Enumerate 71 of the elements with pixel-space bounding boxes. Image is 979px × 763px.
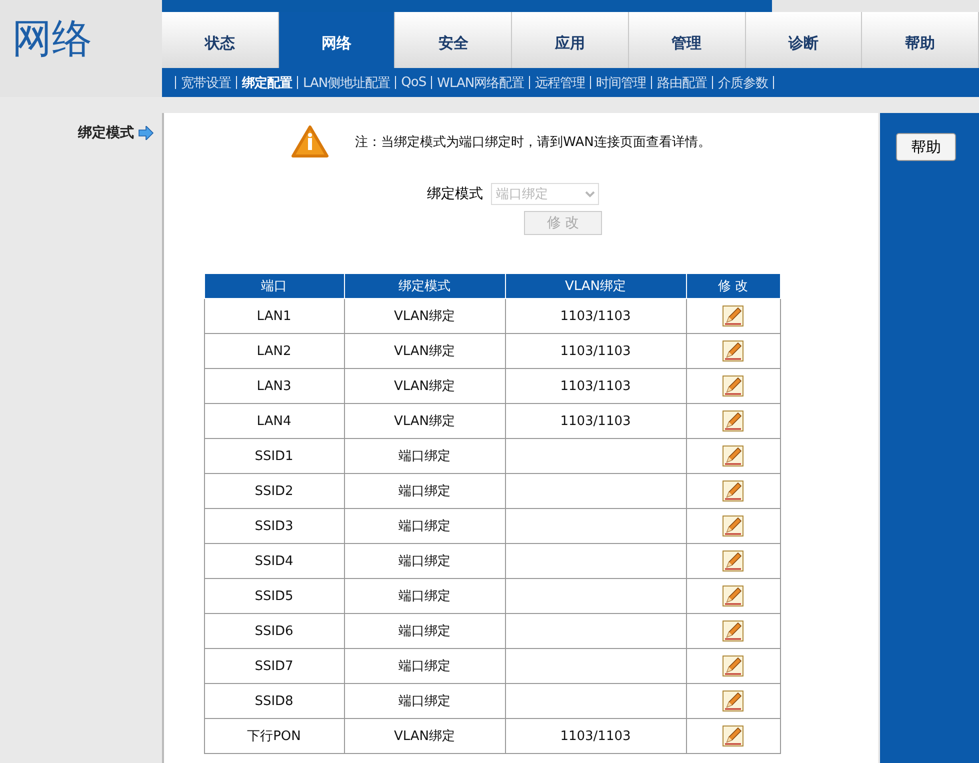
- table-cell: SSID5: [204, 578, 344, 614]
- nav-tab[interactable]: 安全: [395, 12, 512, 68]
- table-cell: VLAN绑定: [344, 718, 505, 754]
- table-cell: VLAN绑定: [344, 368, 505, 404]
- edit-button[interactable]: [721, 514, 745, 538]
- subnav-link[interactable]: QoS: [401, 75, 426, 90]
- edit-button[interactable]: [721, 689, 745, 713]
- help-button[interactable]: 帮助: [896, 133, 956, 161]
- nav-tab[interactable]: 状态: [162, 12, 279, 68]
- table-cell: 端口绑定: [344, 544, 505, 578]
- sidebar-item[interactable]: 绑定模式: [78, 124, 134, 142]
- edit-button[interactable]: [721, 724, 745, 748]
- table-cell: SSID2: [204, 474, 344, 508]
- table-cell: SSID7: [204, 648, 344, 684]
- notice-text: 注：当绑定模式为端口绑定时，请到WAN连接页面查看详情。: [355, 134, 711, 151]
- table-cell: 1103/1103: [505, 368, 686, 404]
- nav-tab[interactable]: 网络: [278, 12, 396, 68]
- table-cell: VLAN绑定: [344, 334, 505, 368]
- edit-button[interactable]: [721, 619, 745, 643]
- edit-button[interactable]: [721, 549, 745, 573]
- subnav-link[interactable]: LAN侧地址配置: [303, 74, 390, 92]
- table-cell: LAN1: [204, 298, 344, 334]
- table-cell: 端口绑定: [344, 648, 505, 684]
- column-header: 端口: [204, 274, 344, 298]
- edit-button[interactable]: [721, 584, 745, 608]
- table-cell: SSID1: [204, 438, 344, 474]
- subnav-link[interactable]: WLAN网络配置: [437, 74, 524, 92]
- column-header: 修 改: [686, 274, 780, 298]
- nav-tab[interactable]: 诊断: [746, 12, 862, 68]
- table-cell: 下行PON: [204, 718, 344, 754]
- table-cell: 端口绑定: [344, 684, 505, 718]
- edit-button[interactable]: [721, 374, 745, 398]
- edit-button[interactable]: [721, 444, 745, 468]
- column-header: VLAN绑定: [505, 274, 686, 298]
- table-cell: 1103/1103: [505, 404, 686, 438]
- table-cell: LAN2: [204, 334, 344, 368]
- subnav-link[interactable]: 远程管理: [535, 74, 586, 92]
- table-cell: 1103/1103: [505, 718, 686, 754]
- arrow-icon: [138, 126, 154, 140]
- nav-tab[interactable]: 帮助: [862, 12, 979, 68]
- table-cell: SSID3: [204, 508, 344, 544]
- nav-tab[interactable]: 管理: [628, 12, 746, 68]
- subnav-link[interactable]: 时间管理: [596, 74, 646, 92]
- edit-button[interactable]: [721, 479, 745, 503]
- subnav-link[interactable]: 介质参数: [718, 74, 768, 92]
- warning-icon: [291, 125, 330, 159]
- subnav-link[interactable]: 绑定配置: [242, 74, 292, 92]
- table-cell: 端口绑定: [344, 474, 505, 508]
- table-cell: 端口绑定: [344, 438, 505, 474]
- edit-button[interactable]: [721, 409, 745, 433]
- subnav-link[interactable]: 路由配置: [657, 74, 708, 92]
- table-cell: 端口绑定: [344, 614, 505, 648]
- table-cell: 1103/1103: [505, 334, 686, 368]
- subnav-link[interactable]: 宽带设置: [181, 74, 231, 92]
- table-cell: LAN3: [204, 368, 344, 404]
- page-title: 网络: [12, 15, 92, 64]
- edit-button[interactable]: [721, 654, 745, 678]
- table-cell: VLAN绑定: [344, 298, 505, 334]
- table-cell: SSID8: [204, 684, 344, 718]
- table-cell: SSID6: [204, 614, 344, 648]
- table-cell: VLAN绑定: [344, 404, 505, 438]
- table-cell: 1103/1103: [505, 298, 686, 334]
- table-cell: SSID4: [204, 544, 344, 578]
- table-cell: LAN4: [204, 404, 344, 438]
- edit-button[interactable]: [721, 304, 745, 328]
- edit-button[interactable]: [721, 339, 745, 363]
- field-label: 绑定模式: [427, 185, 483, 203]
- column-header: 绑定模式: [344, 274, 505, 298]
- nav-tab[interactable]: 应用: [512, 12, 629, 68]
- table-cell: 端口绑定: [344, 578, 505, 614]
- table-cell: 端口绑定: [344, 508, 505, 544]
